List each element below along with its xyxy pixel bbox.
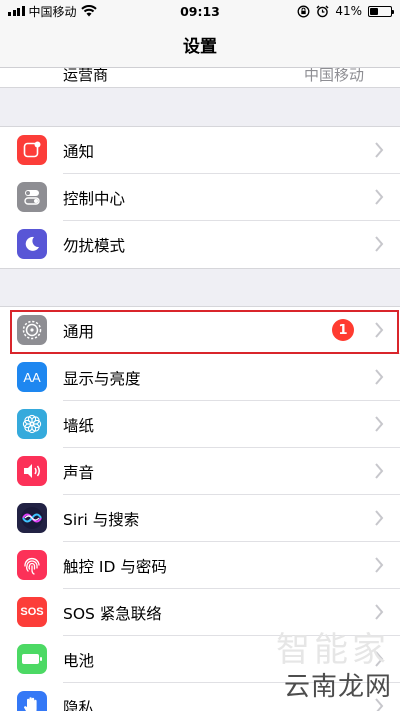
toggles-icon — [17, 182, 47, 212]
row-touch-id[interactable]: 触控 ID 与密码 — [0, 542, 400, 589]
row-label: 隐私 — [63, 698, 95, 711]
row-notifications[interactable]: 通知 — [0, 127, 400, 174]
chevron-right-icon — [375, 604, 384, 620]
row-label: Siri 与搜索 — [63, 510, 140, 529]
alarm-icon — [316, 5, 329, 17]
fingerprint-icon — [17, 550, 47, 580]
row-control-center[interactable]: 控制中心 — [0, 174, 400, 221]
watermark-background-text: 智能家 — [276, 630, 390, 670]
chevron-right-icon — [375, 416, 384, 432]
navigation-bar: 设置 — [0, 22, 400, 68]
row-label: 控制中心 — [63, 189, 126, 208]
notification-icon — [17, 135, 47, 165]
chevron-right-icon — [375, 463, 384, 479]
sos-icon-text: SOS — [20, 606, 44, 618]
page-title: 设置 — [183, 37, 217, 57]
row-sounds[interactable]: 声音 — [0, 448, 400, 495]
carrier-name: 中国移动 — [28, 4, 77, 19]
battery-percent: 41% — [335, 4, 362, 18]
settings-group-1: 通知 控制中心 勿扰模式 — [0, 126, 400, 269]
siri-icon — [17, 503, 47, 533]
battery-indicator-icon — [368, 5, 394, 17]
row-display-brightness[interactable]: AA 显示与亮度 — [0, 354, 400, 401]
row-label: 触控 ID 与密码 — [63, 557, 167, 576]
cellular-signal-icon — [8, 6, 25, 16]
battery-icon — [17, 644, 47, 674]
row-label: 显示与亮度 — [63, 369, 141, 388]
chevron-right-icon — [375, 369, 384, 385]
row-label: 勿扰模式 — [63, 236, 126, 255]
moon-icon — [17, 229, 47, 259]
row-label: 声音 — [63, 463, 95, 482]
chevron-right-icon — [375, 189, 384, 205]
row-wallpaper[interactable]: 墙纸 — [0, 401, 400, 448]
row-siri-search[interactable]: Siri 与搜索 — [0, 495, 400, 542]
status-bar: 中国移动 09:13 41% — [0, 0, 400, 22]
highlight-annotation — [10, 310, 399, 354]
chevron-right-icon — [375, 142, 384, 158]
rotation-lock-icon — [297, 5, 310, 17]
chevron-right-icon — [375, 236, 384, 252]
hand-icon — [17, 691, 47, 711]
row-label: 电池 — [63, 651, 95, 670]
chevron-right-icon — [375, 510, 384, 526]
clock: 09:13 — [180, 3, 220, 19]
speaker-icon — [17, 456, 47, 486]
sos-icon: SOS — [17, 597, 47, 627]
chevron-right-icon — [375, 557, 384, 573]
row-label: SOS 紧急联络 — [63, 604, 162, 623]
row-label: 墙纸 — [63, 416, 95, 435]
watermark-logo: 云南龙网 — [283, 672, 392, 702]
wifi-icon — [80, 5, 97, 17]
row-do-not-disturb[interactable]: 勿扰模式 — [0, 221, 400, 268]
row-label: 通知 — [63, 142, 95, 161]
flower-icon — [17, 409, 47, 439]
text-size-icon: AA — [17, 362, 47, 392]
